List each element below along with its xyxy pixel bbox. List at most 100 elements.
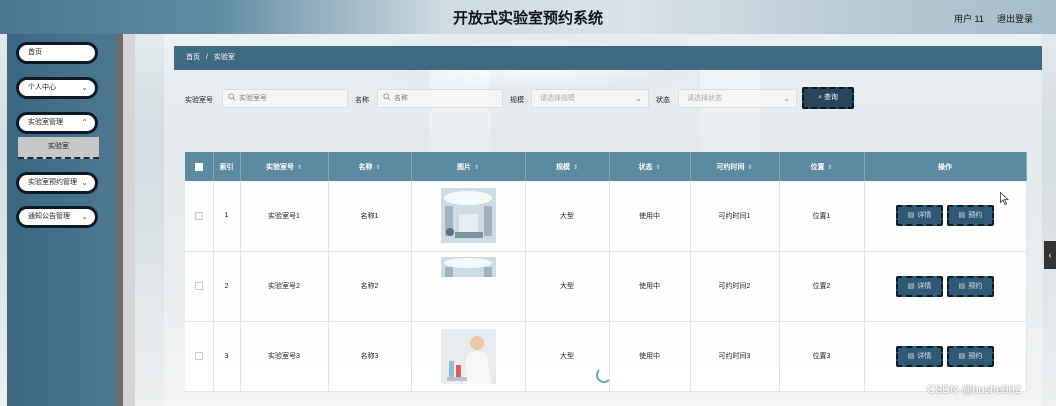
cell-location: 位置1 xyxy=(779,181,865,252)
column-header-image[interactable]: 图片 ⇕ xyxy=(411,152,526,181)
breadcrumb: 首页 / 实验室 xyxy=(174,46,1042,70)
collapse-panel-tab[interactable]: ‹ xyxy=(1044,241,1056,269)
reserve-button[interactable]: ▤ 预约 xyxy=(946,275,994,297)
chevron-down-icon: ⌄ xyxy=(783,94,790,103)
cell-lab-no: 实验室号3 xyxy=(240,321,329,392)
lab-corridor-photo[interactable] xyxy=(440,188,496,244)
chevron-down-icon: ⌄ xyxy=(635,94,642,103)
sidebar-item-home[interactable]: 首页 xyxy=(16,42,98,64)
row-checkbox[interactable] xyxy=(194,282,203,290)
status-label: 状态 xyxy=(656,97,670,104)
chevron-down-icon: ⌄ xyxy=(81,83,88,92)
cell-scale: 大型 xyxy=(525,321,610,392)
cell-actions: ▤ 详情 ▤ 预约 xyxy=(864,321,1027,392)
cell-image xyxy=(411,321,526,392)
reserve-button[interactable]: ▤ 预约 xyxy=(946,345,994,367)
cell-actions: ▤ 详情 ▤ 预约 xyxy=(864,251,1027,322)
cell-scale: 大型 xyxy=(525,181,610,252)
cell-time: 可约时间1 xyxy=(690,181,780,252)
mouse-cursor-icon xyxy=(1000,192,1009,205)
search-icon xyxy=(383,93,391,101)
cell-name: 名称1 xyxy=(328,181,412,252)
cell-status: 使用中 xyxy=(609,321,691,392)
sort-icon: ⇕ xyxy=(655,164,661,171)
column-header-time[interactable]: 可约时间 ⇕ xyxy=(690,152,780,181)
reserve-button[interactable]: ▤ 预约 xyxy=(946,205,994,227)
cell-time: 可约时间2 xyxy=(690,251,780,322)
sort-icon: ⇕ xyxy=(296,164,303,171)
name-input[interactable] xyxy=(377,89,503,108)
status-select-placeholder: 请选择状态 xyxy=(687,95,722,102)
sidebar-item-label: 通知公告管理 xyxy=(28,213,70,220)
sidebar-item-lab-management[interactable]: 实验室管理 ⌃ xyxy=(16,112,98,134)
column-header-name[interactable]: 名称 ⇕ xyxy=(328,152,412,181)
top-bar: 开放式实验室预约系统 用户 11 退出登录 xyxy=(0,0,1056,34)
cell-image xyxy=(411,251,526,322)
sidebar-item-label: 首页 xyxy=(28,49,42,56)
document-icon: ▤ xyxy=(907,352,915,360)
name-label: 名称 xyxy=(355,97,369,104)
detail-button[interactable]: ▤ 详情 xyxy=(896,345,944,367)
sidebar-item-reservation-management[interactable]: 实验室预约管理 ⌄ xyxy=(16,172,98,194)
breadcrumb-home[interactable]: 首页 xyxy=(186,54,200,61)
search-button-label: 查询 xyxy=(823,94,838,101)
table-header-row: 索引 实验室号 ⇕ 名称 ⇕ 图片 ⇕ 规模 ⇕ 状态 ⇕ 可约时间 ⇕ 位置 ⇕ 操作 xyxy=(185,152,1027,181)
sidebar-divider xyxy=(116,34,123,406)
column-header-scale[interactable]: 规模 ⇕ xyxy=(525,152,610,181)
detail-button[interactable]: ▤ 详情 xyxy=(896,205,944,227)
cell-lab-no: 实验室号1 xyxy=(240,181,329,252)
sidebar-subitem-lab[interactable]: 实验室 xyxy=(18,137,99,159)
column-header-lab-no[interactable]: 实验室号 ⇕ xyxy=(240,152,329,181)
lab-corridor-photo[interactable] xyxy=(440,256,496,277)
cell-lab-no: 实验室号2 xyxy=(240,251,329,322)
select-all-cell xyxy=(185,152,214,181)
document-icon: ▤ xyxy=(958,282,966,290)
column-header-index: 索引 xyxy=(213,152,241,181)
cell-status: 使用中 xyxy=(609,251,691,322)
sidebar-item-personal-center[interactable]: 个人中心 ⌄ xyxy=(16,77,98,99)
cell-location: 位置2 xyxy=(779,251,865,322)
lab-scientist-photo[interactable] xyxy=(440,328,496,384)
user-name: 用户 11 xyxy=(954,14,984,24)
sort-icon: ⇕ xyxy=(375,164,381,171)
scale-select-placeholder: 请选择规模 xyxy=(540,95,575,102)
chevron-left-icon: ‹ xyxy=(1048,250,1052,260)
row-checkbox[interactable] xyxy=(194,352,203,360)
table-row: 2 实验室号2 名称2 大型 使用中 可约时间2 位置2 ▤ 详情 ▤ 预约 xyxy=(185,251,1027,322)
row-checkbox[interactable] xyxy=(194,211,203,220)
sort-icon: ⇕ xyxy=(473,164,480,171)
app-title: 开放式实验室预约系统 xyxy=(452,10,603,27)
document-icon: ▤ xyxy=(958,352,966,360)
select-all-checkbox[interactable] xyxy=(194,162,203,171)
lab-no-input[interactable] xyxy=(222,89,348,108)
cell-time: 可约时间3 xyxy=(690,321,780,392)
scale-select[interactable]: 请选择规模 ⌄ xyxy=(531,89,649,108)
column-header-status[interactable]: 状态 ⇕ xyxy=(609,152,691,181)
watermark: CSDN @bushe902 xyxy=(927,384,1021,396)
cell-name: 名称3 xyxy=(328,321,412,392)
sidebar-item-label: 实验室预约管理 xyxy=(28,179,77,186)
cell-image xyxy=(411,181,526,252)
cell-location: 位置3 xyxy=(779,321,865,392)
column-header-actions: 操作 xyxy=(864,152,1027,181)
cell-index: 3 xyxy=(213,321,241,392)
sidebar-item-label: 实验室管理 xyxy=(28,119,63,126)
sort-icon: ⇕ xyxy=(572,164,579,171)
scale-label: 规模 xyxy=(510,97,524,104)
document-icon: ▤ xyxy=(907,212,915,220)
breadcrumb-separator: / xyxy=(205,54,208,61)
cell-status: 使用中 xyxy=(609,181,691,252)
detail-button[interactable]: ▤ 详情 xyxy=(896,275,944,297)
status-select[interactable]: 请选择状态 ⌄ xyxy=(678,89,797,108)
logout-link[interactable]: 退出登录 xyxy=(997,12,1033,25)
cell-index: 2 xyxy=(213,251,241,322)
sidebar-item-label: 个人中心 xyxy=(28,84,56,91)
table-row: 1 实验室号1 名称1 大型 使用中 可约时间1 位置1 ▤ 详情 ▤ 预约 xyxy=(185,181,1027,252)
sidebar-item-notice-management[interactable]: 通知公告管理 ⌄ xyxy=(16,206,98,228)
search-icon: ⌕ xyxy=(818,94,822,101)
column-header-location[interactable]: 位置 ⇕ xyxy=(779,152,865,181)
sort-icon: ⇕ xyxy=(827,164,833,171)
chevron-down-icon: ⌄ xyxy=(81,212,88,221)
cell-scale: 大型 xyxy=(525,251,610,322)
search-button[interactable]: ⌕ 查询 xyxy=(802,87,854,109)
